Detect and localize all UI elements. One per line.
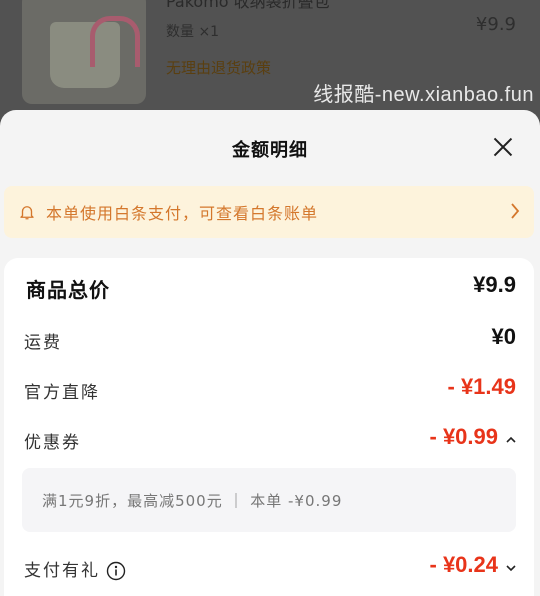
bell-icon (20, 206, 34, 220)
row-payment-gift[interactable]: 支付有礼 - ¥0.24 (4, 552, 534, 586)
coupon-detail-text: 满1元9折，最高减500元 ｜ 本单 -¥0.99 (42, 492, 343, 510)
product-quantity: 数量 ×1 (166, 24, 220, 40)
row-total-price: 商品总价 ¥9.9 (4, 272, 534, 306)
payment-gift-label: 支付有礼 (24, 556, 126, 581)
baitiao-notice-banner[interactable]: 本单使用白条支付，可查看白条账单 (4, 186, 534, 238)
bag-image (50, 16, 140, 88)
return-policy: 无理由退货政策 (166, 59, 272, 77)
shipping-value: ¥0 (491, 324, 516, 349)
watermark-text: 线报酷-new.xianbao.fun (313, 84, 534, 106)
payment-gift-label-text: 支付有礼 (24, 561, 100, 581)
amount-detail-sheet: 金额明细 本单使用白条支付，可查看白条账单 商品总价 ¥9.9 运费 ¥0 官方… (0, 110, 540, 596)
notice-text: 本单使用白条支付，可查看白条账单 (46, 204, 319, 223)
close-icon[interactable] (490, 134, 516, 160)
row-shipping: 运费 ¥0 (4, 324, 534, 358)
amount-card: 商品总价 ¥9.9 运费 ¥0 官方直降 - ¥1.49 优惠券 - ¥0.99… (4, 258, 534, 596)
sheet-title: 金额明细 (232, 140, 308, 161)
direct-discount-value: - ¥1.49 (447, 374, 517, 399)
total-price-value: ¥9.9 (473, 272, 516, 297)
row-coupon[interactable]: 优惠券 - ¥0.99 (4, 424, 534, 458)
coupon-detail-box: 满1元9折，最高减500元 ｜ 本单 -¥0.99 (22, 468, 516, 532)
product-thumbnail (22, 0, 146, 104)
payment-gift-value: - ¥0.24 (429, 552, 499, 577)
product-price: ¥9.9 (475, 14, 516, 35)
coupon-value: - ¥0.99 (429, 424, 499, 449)
coupon-label: 优惠券 (24, 433, 81, 453)
chevron-right-icon (511, 203, 520, 219)
total-price-label: 商品总价 (26, 278, 110, 302)
chevron-down-icon (506, 565, 516, 572)
shipping-label: 运费 (24, 333, 62, 353)
row-direct-discount: 官方直降 - ¥1.49 (4, 374, 534, 408)
info-icon[interactable] (106, 561, 126, 581)
product-title: Pakomo 收纳袋折叠包 (166, 0, 330, 11)
chevron-up-icon (506, 436, 516, 443)
direct-discount-label: 官方直降 (24, 383, 100, 403)
